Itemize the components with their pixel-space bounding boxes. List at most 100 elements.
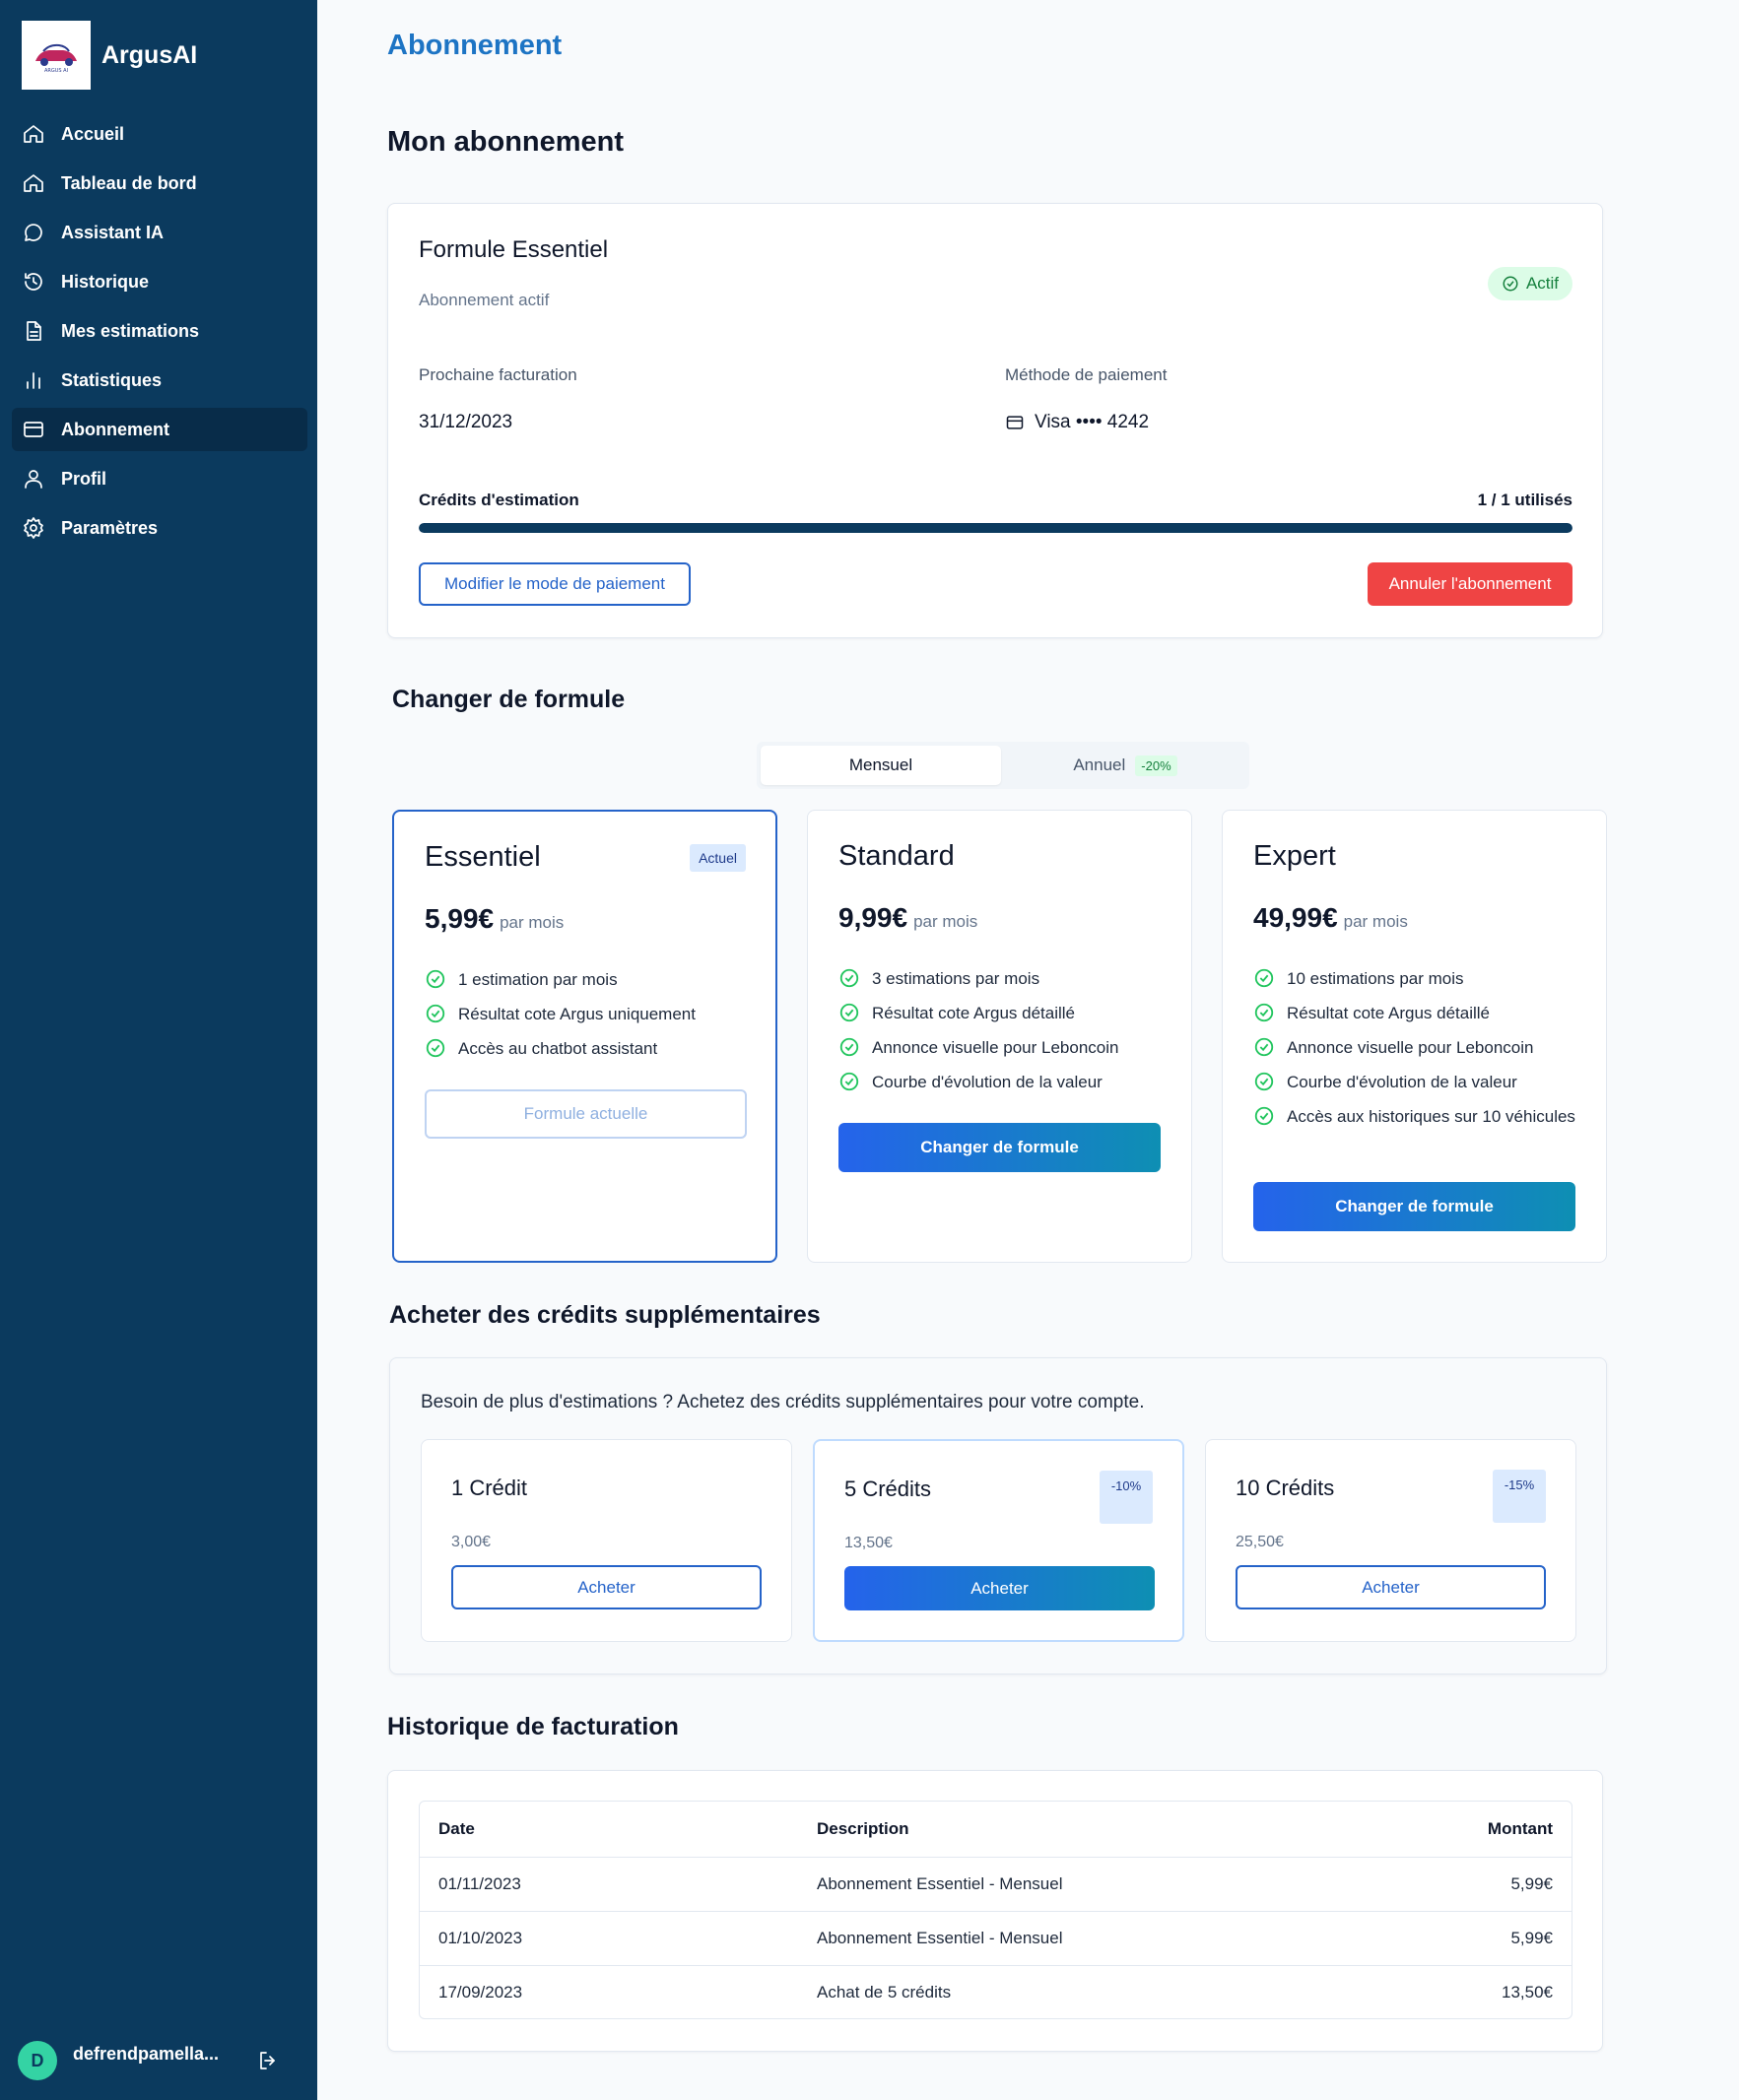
brand[interactable]: ARGUS AI ArgusAI	[22, 21, 197, 90]
sidebar-item-accueil[interactable]: Accueil	[12, 112, 307, 156]
change-plan-button[interactable]: Changer de formule	[1253, 1182, 1575, 1231]
plan-card-essentiel: Essentiel Actuel 5,99€ par mois 1 estima…	[392, 810, 777, 1263]
pack-price: 25,50€	[1236, 1534, 1284, 1550]
table-row: 01/11/2023 Abonnement Essentiel - Mensue…	[420, 1856, 1572, 1911]
toggle-monthly[interactable]: Mensuel	[761, 746, 1001, 785]
toggle-annual[interactable]: Annuel -20%	[1005, 746, 1245, 785]
check-circle-icon	[426, 969, 445, 989]
feature-label: Annonce visuelle pour Leboncoin	[872, 1038, 1119, 1057]
feature-label: Accès au chatbot assistant	[458, 1039, 658, 1058]
sidebar-item-mes-estimations[interactable]: Mes estimations	[12, 309, 307, 353]
logout-icon	[260, 2052, 275, 2069]
feature-label: Courbe d'évolution de la valeur	[872, 1073, 1103, 1091]
sidebar-item-profil[interactable]: Profil	[12, 457, 307, 500]
credits-used: 1 / 1 utilisés	[1477, 491, 1572, 509]
credits-progress-fill	[419, 523, 1572, 533]
next-billing-label: Prochaine facturation	[419, 365, 577, 384]
check-circle-icon	[1254, 1037, 1274, 1057]
status-badge: Actif	[1487, 267, 1572, 300]
sidebar-item-label: Statistiques	[61, 369, 163, 390]
feature-item: Résultat cote Argus détaillé	[1253, 1001, 1578, 1025]
cell-amount: 5,99€	[1465, 1856, 1572, 1911]
car-logo-icon: ARGUS AI	[35, 43, 77, 74]
sidebar-item-label: Mes estimations	[61, 320, 200, 341]
feature-item: Annonce visuelle pour Leboncoin	[1253, 1035, 1578, 1060]
cell-date: 01/11/2023	[420, 1856, 798, 1911]
history-icon	[25, 273, 42, 291]
check-circle-icon	[839, 1037, 859, 1057]
feature-list: 1 estimation par mois Résultat cote Argu…	[425, 967, 750, 1071]
gear-icon	[24, 517, 43, 539]
user-name: defrendpamella...	[73, 2043, 220, 2064]
check-circle-icon	[1254, 1072, 1274, 1091]
sidebar-item-abonnement[interactable]: Abonnement	[12, 408, 307, 451]
sidebar-item-assistant-ia[interactable]: Assistant IA	[12, 211, 307, 254]
sidebar-item-label: Assistant IA	[61, 222, 165, 242]
feature-item: 1 estimation par mois	[425, 967, 750, 992]
sidebar-item-label: Abonnement	[61, 419, 169, 439]
credit-pack-5: 5 Crédits -10% 13,50€ Acheter	[813, 1439, 1184, 1642]
modify-payment-button[interactable]: Modifier le mode de paiement	[419, 562, 691, 606]
main-content: Abonnement Mon abonnement Formule Essent…	[317, 0, 1739, 2100]
table-row: 17/09/2023 Achat de 5 crédits 13,50€	[420, 1964, 1572, 2018]
buy-button[interactable]: Acheter	[844, 1566, 1155, 1610]
plan-price: 5,99€ par mois	[425, 903, 564, 935]
logout-button[interactable]	[256, 2049, 280, 2072]
price-value: 9,99€	[838, 902, 908, 933]
plan-price: 9,99€ par mois	[838, 902, 977, 934]
app-name: ArgusAI	[101, 40, 198, 69]
plan-name: Standard	[838, 840, 955, 872]
sidebar-item-statistiques[interactable]: Statistiques	[12, 359, 307, 402]
credit-pack-10: 10 Crédits -15% 25,50€ Acheter	[1205, 1439, 1576, 1642]
feature-item: Résultat cote Argus détaillé	[838, 1001, 1164, 1025]
column-header-date: Date	[438, 1818, 475, 1838]
discount-badge: -10%	[1100, 1471, 1153, 1524]
feature-label: Résultat cote Argus détaillé	[872, 1004, 1076, 1022]
subscription-heading: Mon abonnement	[387, 126, 625, 158]
change-plan-heading: Changer de formule	[392, 686, 626, 713]
pack-price: 13,50€	[844, 1535, 893, 1551]
cancel-subscription-button[interactable]: Annuler l'abonnement	[1368, 562, 1572, 606]
cell-amount: 13,50€	[1465, 1964, 1572, 2018]
check-circle-icon	[839, 968, 859, 988]
feature-item: Accès au chatbot assistant	[425, 1036, 750, 1061]
pack-name: 5 Crédits	[844, 1477, 932, 1501]
feature-label: 10 estimations par mois	[1287, 969, 1464, 988]
feature-label: 1 estimation par mois	[458, 970, 618, 989]
sidebar-item-tableau-de-bord[interactable]: Tableau de bord	[12, 162, 307, 205]
price-value: 5,99€	[425, 903, 495, 934]
feature-label: Résultat cote Argus uniquement	[458, 1005, 696, 1023]
user-profile[interactable]: D defrendpamella...	[18, 2039, 303, 2082]
avatar: D	[18, 2041, 57, 2080]
plan-card-expert: Expert 49,99€ par mois 10 estimations pa…	[1222, 810, 1607, 1263]
feature-label: Accès aux historiques sur 10 véhicules	[1287, 1107, 1575, 1126]
cell-amount: 5,99€	[1465, 1910, 1572, 1965]
change-plan-button[interactable]: Changer de formule	[838, 1123, 1161, 1172]
credits-progress-bar	[419, 523, 1572, 533]
discount-badge: -15%	[1493, 1470, 1546, 1523]
sidebar-item-label: Paramètres	[61, 517, 159, 538]
sidebar-item-historique[interactable]: Historique	[12, 260, 307, 303]
feature-label: Résultat cote Argus détaillé	[1287, 1004, 1491, 1022]
sidebar-nav: Accueil Tableau de bord Assistant IA His…	[12, 112, 307, 556]
buy-button[interactable]: Acheter	[451, 1565, 762, 1609]
cell-date: 17/09/2023	[420, 1964, 798, 2018]
credits-heading: Acheter des crédits supplémentaires	[389, 1301, 821, 1329]
check-circle-icon	[1254, 968, 1274, 988]
pack-name: 10 Crédits	[1236, 1476, 1335, 1500]
current-plan-badge: Actuel	[690, 844, 746, 872]
discount-badge: -20%	[1135, 755, 1177, 776]
sidebar-item-parametres[interactable]: Paramètres	[12, 506, 307, 550]
cell-description: Abonnement Essentiel - Mensuel	[798, 1856, 1465, 1911]
credits-intro: Besoin de plus d'estimations ? Achetez d…	[421, 1392, 1145, 1412]
buy-button[interactable]: Acheter	[1236, 1565, 1546, 1609]
billing-period-toggle: Mensuel Annuel -20%	[757, 742, 1249, 789]
feature-item: Courbe d'évolution de la valeur	[838, 1070, 1164, 1094]
feature-item: Courbe d'évolution de la valeur	[1253, 1070, 1578, 1094]
toggle-annual-label: Annuel	[1073, 755, 1126, 774]
check-circle-icon	[1254, 1003, 1274, 1022]
pack-name: 1 Crédit	[451, 1476, 528, 1500]
payment-method-value: Visa •••• 4242	[1005, 412, 1149, 433]
check-circle-icon	[1503, 276, 1518, 292]
table-row: 01/10/2023 Abonnement Essentiel - Mensue…	[420, 1910, 1572, 1965]
